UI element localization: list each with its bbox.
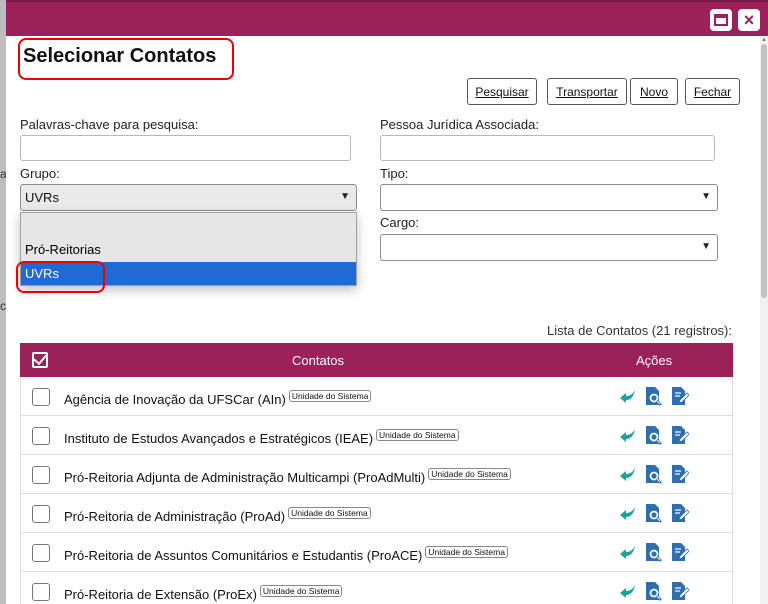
chevron-down-icon: ▼ — [340, 191, 350, 202]
row-checkbox[interactable] — [32, 544, 50, 562]
role-label: Cargo: — [380, 215, 420, 230]
system-unit-badge: Unidade do Sistema — [428, 468, 511, 480]
contacts-table: Contatos Ações Agência de Inovação da UF… — [20, 343, 733, 604]
edit-icon[interactable] — [669, 503, 689, 523]
contact-name-text: Pró-Reitoria de Administração (ProAd) — [64, 509, 286, 524]
view-details-icon[interactable] — [643, 581, 663, 601]
maximize-button[interactable] — [710, 9, 732, 31]
keywords-input[interactable] — [20, 135, 351, 161]
view-details-icon[interactable] — [643, 503, 663, 523]
edit-icon[interactable] — [669, 425, 689, 445]
chevron-down-icon: ▼ — [701, 191, 711, 202]
edit-icon[interactable] — [669, 542, 689, 562]
edit-icon[interactable] — [669, 581, 689, 601]
group-select-value: UVRs — [25, 190, 59, 205]
transport-arrow-icon[interactable] — [617, 581, 637, 601]
legal-entity-input[interactable] — [380, 135, 715, 161]
keywords-label: Palavras-chave para pesquisa: — [20, 117, 199, 132]
type-label: Tipo: — [380, 166, 409, 181]
group-label: Grupo: — [20, 166, 60, 181]
uvrs-highlight — [16, 261, 105, 293]
edit-icon[interactable] — [669, 386, 689, 406]
contact-name-text: Pró-Reitoria Adjunta de Administração Mu… — [64, 470, 426, 485]
close-icon: × — [743, 10, 755, 30]
table-row: Instituto de Estudos Avançados e Estraté… — [20, 416, 733, 455]
table-row: Pró-Reitoria de Administração (ProAd) Uni… — [20, 494, 733, 533]
transport-arrow-icon[interactable] — [617, 464, 637, 484]
contact-name-text: Pró-Reitoria de Extensão (ProEx) — [64, 587, 257, 602]
system-unit-badge: Unidade do Sistema — [259, 585, 343, 597]
page-title: Selecionar Contatos — [23, 45, 217, 67]
table-row: Pró-Reitoria Adjunta de Administração Mu… — [20, 455, 733, 494]
contact-name-text: Agência de Inovação da UFSCar (AIn) — [64, 392, 286, 407]
view-details-icon[interactable] — [643, 425, 663, 445]
group-select[interactable]: UVRs ▼ — [20, 184, 357, 211]
contact-name: Pró-Reitoria de Extensão (ProEx) Unidade … — [64, 585, 343, 602]
header-contacts: Contatos — [292, 353, 345, 368]
transport-arrow-icon[interactable] — [617, 386, 637, 406]
contact-name: Pró-Reitoria Adjunta de Administração Mu… — [64, 468, 511, 485]
transport-arrow-icon[interactable] — [617, 542, 637, 562]
system-unit-badge: Unidade do Sistema — [288, 507, 371, 519]
maximize-icon — [714, 14, 728, 26]
table-row: Pró-Reitoria de Extensão (ProEx) Unidade … — [20, 572, 733, 604]
row-checkbox[interactable] — [32, 427, 50, 445]
group-option-pro-reitorias[interactable]: Pró-Reitorias — [21, 238, 356, 261]
scroll-up-arrow-icon[interactable]: ▲ — [761, 37, 767, 43]
role-select[interactable]: ▼ — [380, 234, 718, 261]
view-details-icon[interactable] — [643, 542, 663, 562]
search-button[interactable]: Pesquisar — [467, 78, 537, 105]
close-button[interactable]: Fechar — [685, 78, 740, 105]
chevron-down-icon: ▼ — [701, 241, 711, 252]
system-unit-badge: Unidade do Sistema — [288, 390, 372, 402]
edit-icon[interactable] — [669, 464, 689, 484]
transport-arrow-icon[interactable] — [617, 425, 637, 445]
modal-titlebar: × — [6, 0, 768, 36]
header-actions: Ações — [636, 353, 673, 368]
group-option-empty[interactable] — [21, 214, 356, 237]
system-unit-badge: Unidade do Sistema — [425, 546, 508, 558]
contact-name-text: Pró-Reitoria de Assuntos Comunitários e … — [64, 548, 423, 563]
system-unit-badge: Unidade do Sistema — [376, 429, 459, 441]
transport-button[interactable]: Transportar — [547, 78, 627, 105]
view-details-icon[interactable] — [643, 386, 663, 406]
view-details-icon[interactable] — [643, 464, 663, 484]
table-header: Contatos Ações — [20, 343, 733, 377]
contact-name: Agência de Inovação da UFSCar (AIn) Unida… — [64, 390, 372, 407]
row-checkbox[interactable] — [32, 388, 50, 406]
select-all-checkbox[interactable] — [32, 352, 48, 368]
legal-entity-label: Pessoa Jurídica Associada: — [380, 117, 539, 132]
close-window-button[interactable]: × — [738, 9, 760, 31]
contact-name: Instituto de Estudos Avançados e Estraté… — [64, 429, 459, 446]
row-checkbox[interactable] — [32, 466, 50, 484]
contact-name: Pró-Reitoria de Administração (ProAd) Uni… — [64, 507, 371, 524]
row-checkbox[interactable] — [32, 583, 50, 601]
list-count: Lista de Contatos (21 registros): — [547, 323, 732, 338]
table-row: Agência de Inovação da UFSCar (AIn) Unida… — [20, 377, 733, 416]
contact-name-text: Instituto de Estudos Avançados e Estraté… — [64, 431, 374, 446]
row-checkbox[interactable] — [32, 505, 50, 523]
new-button[interactable]: Novo — [630, 78, 678, 105]
transport-arrow-icon[interactable] — [617, 503, 637, 523]
select-contacts-modal: × Selecionar Contatos Pesquisar Transpor… — [6, 0, 768, 604]
contact-name: Pró-Reitoria de Assuntos Comunitários e … — [64, 546, 508, 563]
type-select[interactable]: ▼ — [380, 184, 718, 211]
table-row: Pró-Reitoria de Assuntos Comunitários e … — [20, 533, 733, 572]
scrollbar-thumb[interactable] — [761, 44, 767, 298]
